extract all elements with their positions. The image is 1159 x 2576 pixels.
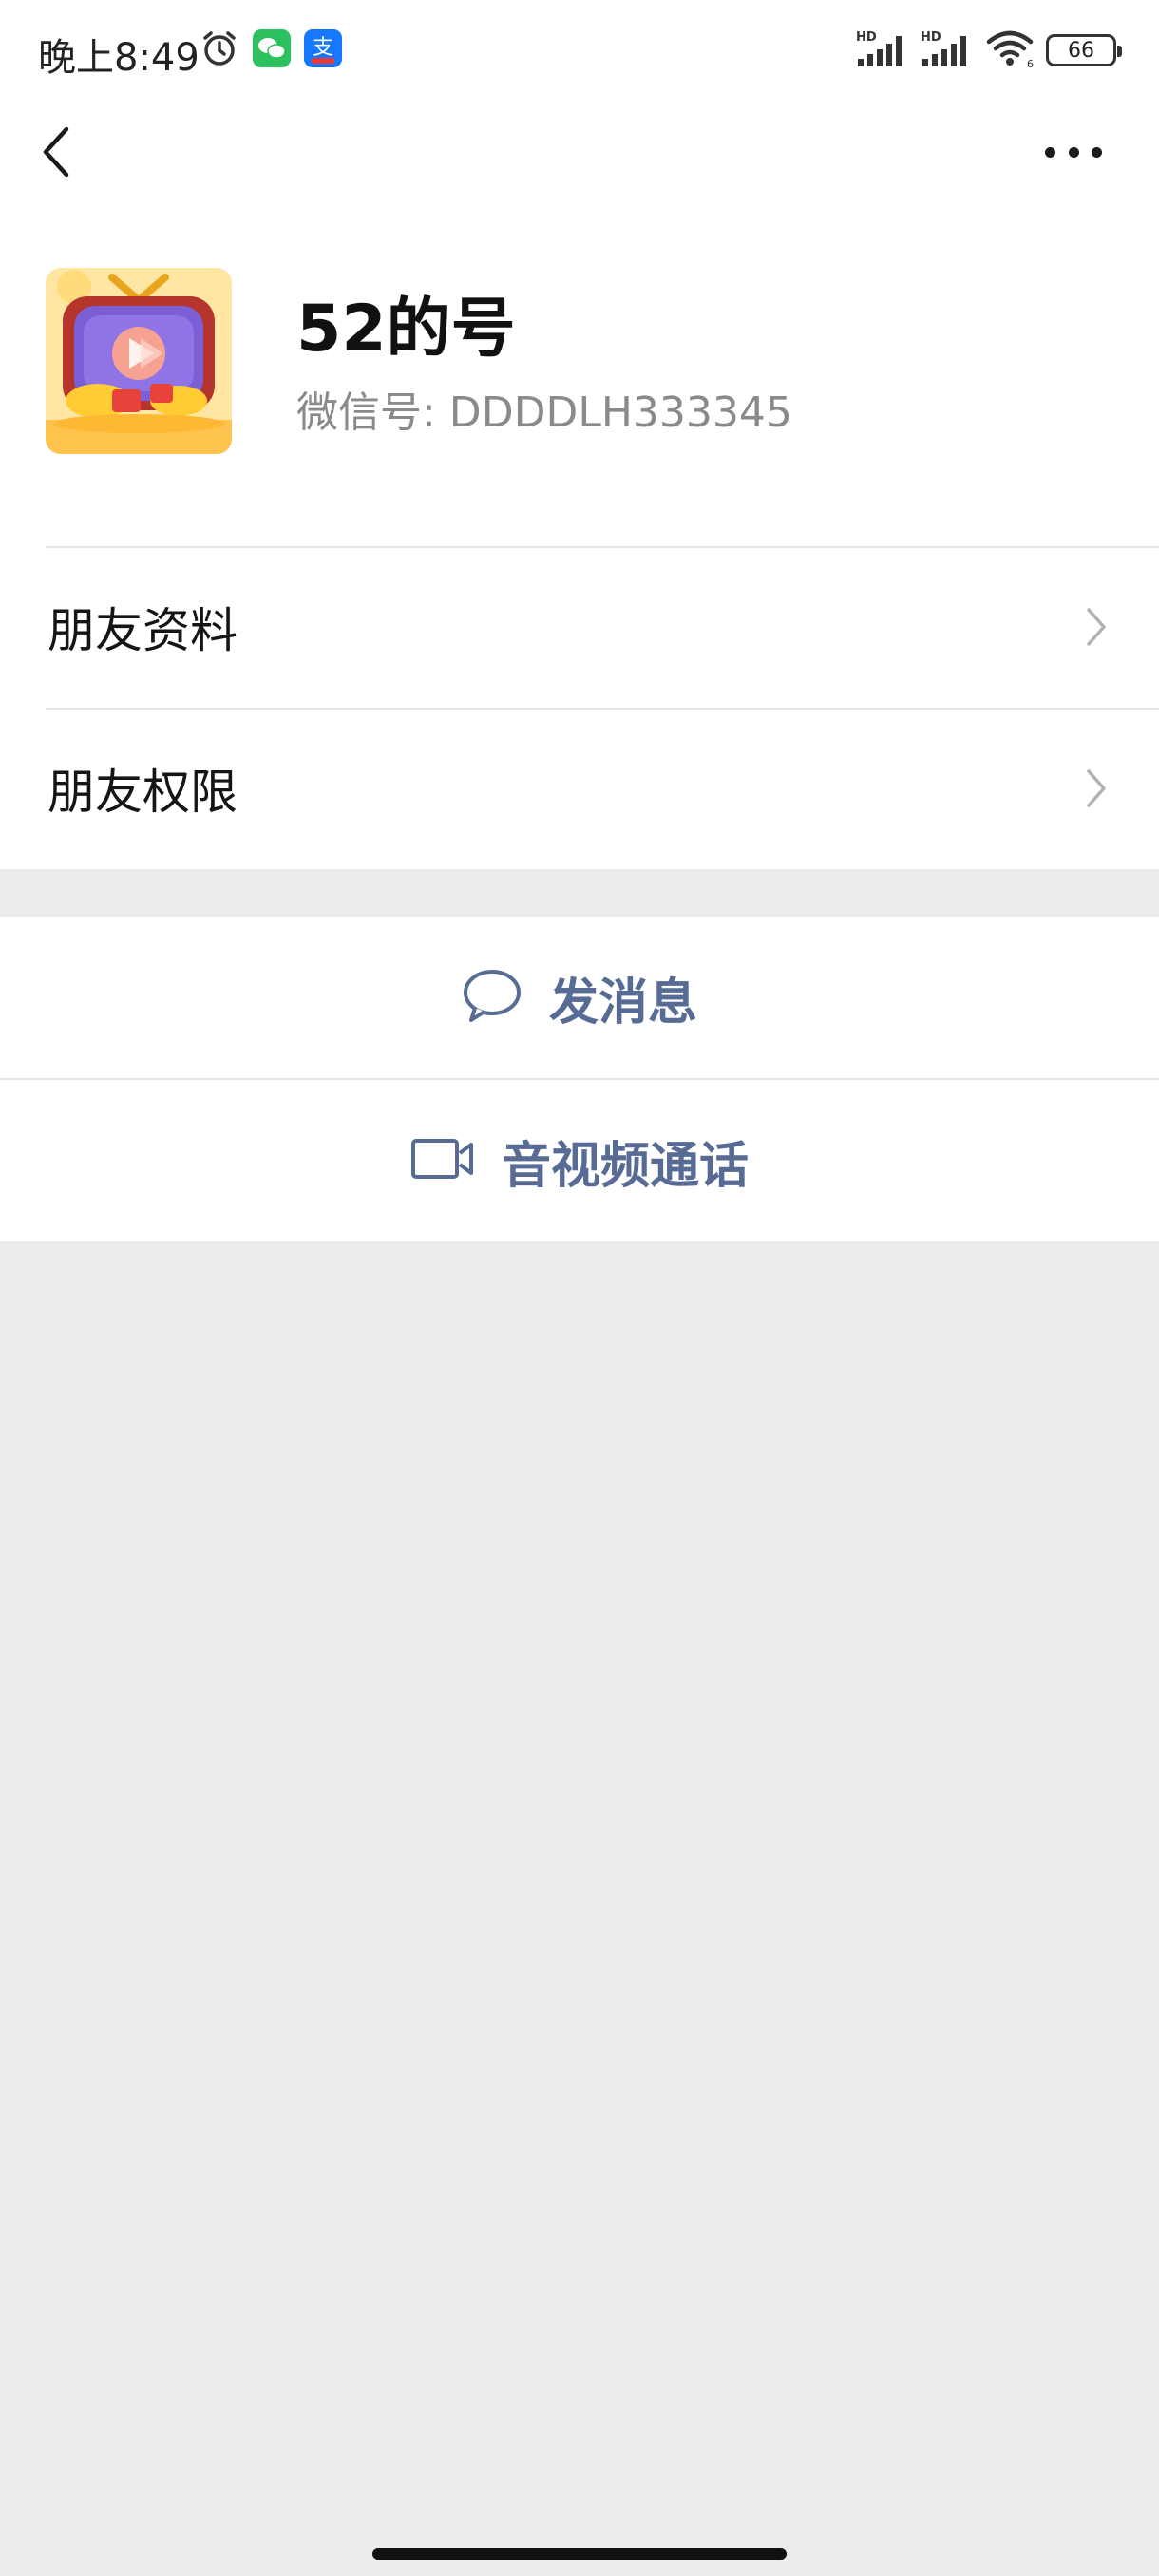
row-label: 朋友资料 bbox=[48, 603, 238, 658]
wifi-icon: 6 bbox=[985, 28, 1035, 72]
alarm-icon bbox=[200, 28, 239, 72]
signal-icon: HD bbox=[856, 28, 909, 72]
row-label: 朋友权限 bbox=[48, 765, 238, 820]
alipay-app-icon: 支 bbox=[304, 29, 342, 71]
more-dot bbox=[1068, 146, 1079, 158]
chevron-right-icon bbox=[1086, 606, 1107, 648]
actions-panel: 发消息 音视频通话 bbox=[0, 917, 1159, 1241]
signal-hd-label: HD bbox=[856, 30, 877, 45]
divider bbox=[46, 546, 1159, 548]
more-dots-icon bbox=[1045, 146, 1055, 158]
status-system-icons: HD HD 6 66 bbox=[856, 28, 1122, 72]
send-message-label: 发消息 bbox=[548, 974, 697, 1032]
wechat-app-icon bbox=[253, 29, 291, 71]
avatar[interactable] bbox=[46, 268, 232, 454]
home-indicator[interactable] bbox=[372, 2548, 787, 2560]
send-message-button[interactable]: 发消息 bbox=[0, 917, 1159, 1078]
more-button[interactable] bbox=[1045, 133, 1102, 171]
contact-name: 52的号 bbox=[296, 292, 516, 367]
video-call-label: 音视频通话 bbox=[501, 1137, 749, 1195]
svg-text:支: 支 bbox=[313, 36, 333, 60]
svg-text:6: 6 bbox=[1027, 58, 1034, 68]
divider bbox=[46, 708, 1159, 710]
video-camera-icon bbox=[410, 1138, 475, 1184]
status-notification-icons: 支 bbox=[200, 28, 342, 72]
chevron-left-icon bbox=[36, 126, 78, 184]
chat-bubble-icon bbox=[462, 968, 522, 1027]
row-friend-info[interactable]: 朋友资料 bbox=[0, 546, 1159, 708]
video-call-button[interactable]: 音视频通话 bbox=[0, 1080, 1159, 1241]
signal-hd-label: HD bbox=[921, 30, 941, 45]
status-time: 晚上8:49 bbox=[38, 36, 200, 80]
status-bar: 晚上8:49 支 HD HD 6 66 bbox=[0, 0, 1159, 104]
battery-level: 66 bbox=[1068, 38, 1094, 63]
signal-icon: HD bbox=[921, 28, 974, 72]
wechat-id: 微信号: DDDDLH333345 bbox=[296, 388, 792, 437]
row-friend-permissions[interactable]: 朋友权限 bbox=[0, 708, 1159, 869]
chevron-right-icon bbox=[1086, 767, 1107, 809]
back-button[interactable] bbox=[36, 123, 78, 180]
more-dot bbox=[1092, 146, 1102, 158]
battery-icon: 66 bbox=[1046, 34, 1122, 66]
